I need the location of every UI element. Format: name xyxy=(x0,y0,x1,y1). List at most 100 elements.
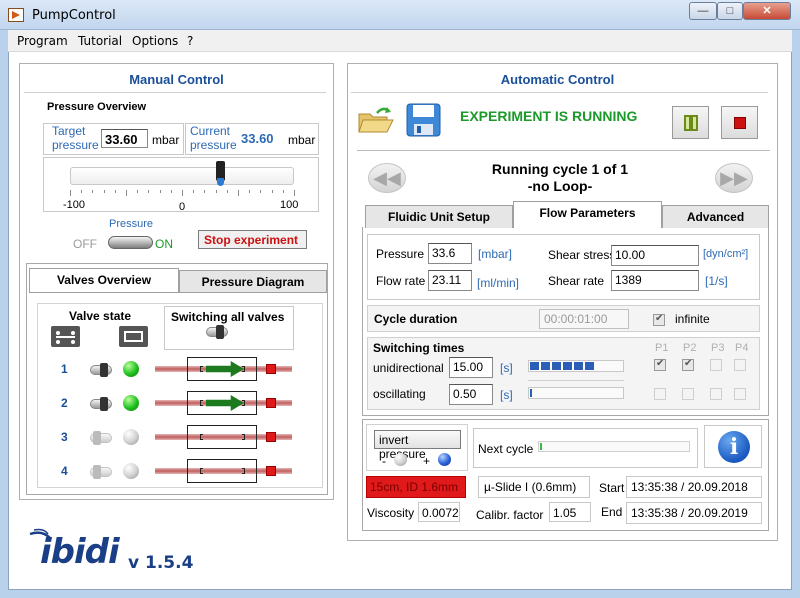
maximize-button[interactable]: □ xyxy=(717,2,743,20)
valve-number: 2 xyxy=(61,396,68,410)
valve-outlet xyxy=(266,398,276,408)
shear-rate-label: Shear rate xyxy=(548,274,605,288)
slider-tick xyxy=(170,190,172,193)
oscillating-channel-checkbox[interactable] xyxy=(734,388,746,400)
valve-outlet xyxy=(266,466,276,476)
tab-fluidic-unit-setup[interactable]: Fluidic Unit Setup xyxy=(365,205,513,228)
shear-stress-unit: [dyn/cm²] xyxy=(703,248,749,260)
oscillating-channel-checkbox[interactable] xyxy=(682,388,694,400)
open-folder-icon[interactable] xyxy=(357,104,395,134)
slider-tick xyxy=(271,190,273,193)
slider-tick xyxy=(215,190,217,193)
valve-state-closed-icon xyxy=(51,326,80,347)
divider xyxy=(351,92,768,93)
plus-led xyxy=(438,453,451,466)
next-cycle-label: Next cycle xyxy=(478,442,534,456)
oscillating-channel-checkbox[interactable] xyxy=(654,388,666,400)
pressure-slider-track[interactable] xyxy=(70,167,294,185)
stop-experiment-button[interactable]: Stop experiment xyxy=(198,230,307,249)
slider-tick xyxy=(114,190,116,193)
viscosity-label: Viscosity xyxy=(367,506,415,520)
oscillating-channel-checkbox[interactable] xyxy=(710,388,722,400)
switching-times-label: Switching times xyxy=(373,341,465,355)
unidirectional-input[interactable]: 15.00 xyxy=(449,357,493,378)
menu-bar xyxy=(8,30,792,52)
unidirectional-channel-checkbox[interactable] xyxy=(710,359,722,371)
invert-pressure-button[interactable]: invert pressure xyxy=(374,430,461,461)
unidirectional-label: unidirectional xyxy=(373,361,444,375)
shear-stress-value[interactable]: 10.00 xyxy=(611,245,699,266)
automatic-control-title: Automatic Control xyxy=(500,72,615,87)
menu-help[interactable]: ? xyxy=(187,34,193,48)
rewind-icon: ◀◀ xyxy=(373,168,401,188)
slider-tick xyxy=(92,190,94,193)
end-time: 13:35:38 / 20.09.2019 xyxy=(626,502,762,524)
pressure-overview-label: Pressure Overview xyxy=(47,101,147,113)
valve-status-led xyxy=(123,463,139,479)
minus-label: - xyxy=(382,454,386,468)
pump-channel-header: P4 xyxy=(735,342,749,354)
oscillating-input[interactable]: 0.50 xyxy=(449,384,493,405)
valve-status-led xyxy=(123,361,139,377)
valve-body xyxy=(187,357,257,381)
tab-advanced[interactable]: Advanced xyxy=(662,205,769,228)
shear-rate-value[interactable]: 1389 xyxy=(611,270,699,291)
oscillating-label: oscillating xyxy=(373,387,426,401)
tab-valves-overview[interactable]: Valves Overview xyxy=(29,268,179,292)
info-icon: i xyxy=(718,431,750,463)
menu-program[interactable]: Program xyxy=(17,34,68,48)
stop-button[interactable] xyxy=(721,106,758,139)
flow-rate-value[interactable]: 23.11 xyxy=(428,270,472,291)
valve-status-led xyxy=(123,429,139,445)
calibration-factor-label: Calibr. factor xyxy=(476,508,544,522)
valve-body xyxy=(187,391,257,415)
unidirectional-channel-checkbox[interactable] xyxy=(682,358,694,371)
target-pressure-input[interactable]: 33.60 xyxy=(101,129,148,148)
info-button[interactable]: i xyxy=(704,425,762,468)
slider-tick xyxy=(81,190,83,193)
menu-tutorial[interactable]: Tutorial xyxy=(78,34,122,48)
next-cycle-progress xyxy=(538,441,690,452)
on-label: ON xyxy=(155,237,173,251)
unidirectional-channel-checkbox[interactable] xyxy=(654,358,666,371)
valve-status-led xyxy=(123,395,139,411)
slider-tick xyxy=(148,190,150,193)
slider-tick xyxy=(159,190,161,193)
calibration-factor-value: 1.05 xyxy=(549,502,591,522)
valve-number: 1 xyxy=(61,362,68,376)
target-pressure-unit: mbar xyxy=(152,133,180,147)
valve-outlet xyxy=(266,432,276,442)
oscillating-progress xyxy=(528,387,624,399)
tube-setup-display: 15cm, ID 1.6mm xyxy=(366,476,466,498)
slider-tick xyxy=(294,190,295,196)
valve-number: 3 xyxy=(61,430,68,444)
slider-tick xyxy=(204,190,206,193)
close-button[interactable]: ✕ xyxy=(743,2,791,20)
pump-channel-header: P2 xyxy=(683,342,697,354)
slider-max-label: 100 xyxy=(280,199,299,211)
cycle-duration-input[interactable]: 00:00:01:00 xyxy=(539,309,629,329)
pressure-value[interactable]: 33.6 xyxy=(428,243,472,264)
minimize-button[interactable]: — xyxy=(689,2,717,20)
divider xyxy=(357,150,770,151)
ibidi-logo: ibidi xyxy=(40,532,120,572)
menu-options[interactable]: Options xyxy=(132,34,178,48)
valve-number: 4 xyxy=(61,464,68,478)
loop-info: -no Loop- xyxy=(527,178,593,194)
tab-pressure-diagram[interactable]: Pressure Diagram xyxy=(179,270,327,292)
cycle-counter: Running cycle 1 of 1 xyxy=(491,161,629,177)
next-cycle-button[interactable]: ▶▶ xyxy=(715,163,753,193)
pause-button[interactable] xyxy=(672,106,709,139)
unidirectional-channel-checkbox[interactable] xyxy=(734,359,746,371)
unidirectional-progress xyxy=(528,360,624,372)
tab-flow-parameters[interactable]: Flow Parameters xyxy=(513,201,662,228)
current-pressure-label: Current pressure xyxy=(190,124,237,152)
slider-thumb[interactable] xyxy=(215,161,225,187)
infinite-checkbox[interactable] xyxy=(653,313,665,326)
pressure-unit: [mbar] xyxy=(478,247,513,261)
fast-forward-icon: ▶▶ xyxy=(720,168,748,188)
previous-cycle-button[interactable]: ◀◀ xyxy=(368,163,406,193)
pressure-toggle-switch[interactable] xyxy=(108,236,153,249)
pump-channel-header: P1 xyxy=(655,342,669,354)
save-icon[interactable] xyxy=(406,103,441,137)
